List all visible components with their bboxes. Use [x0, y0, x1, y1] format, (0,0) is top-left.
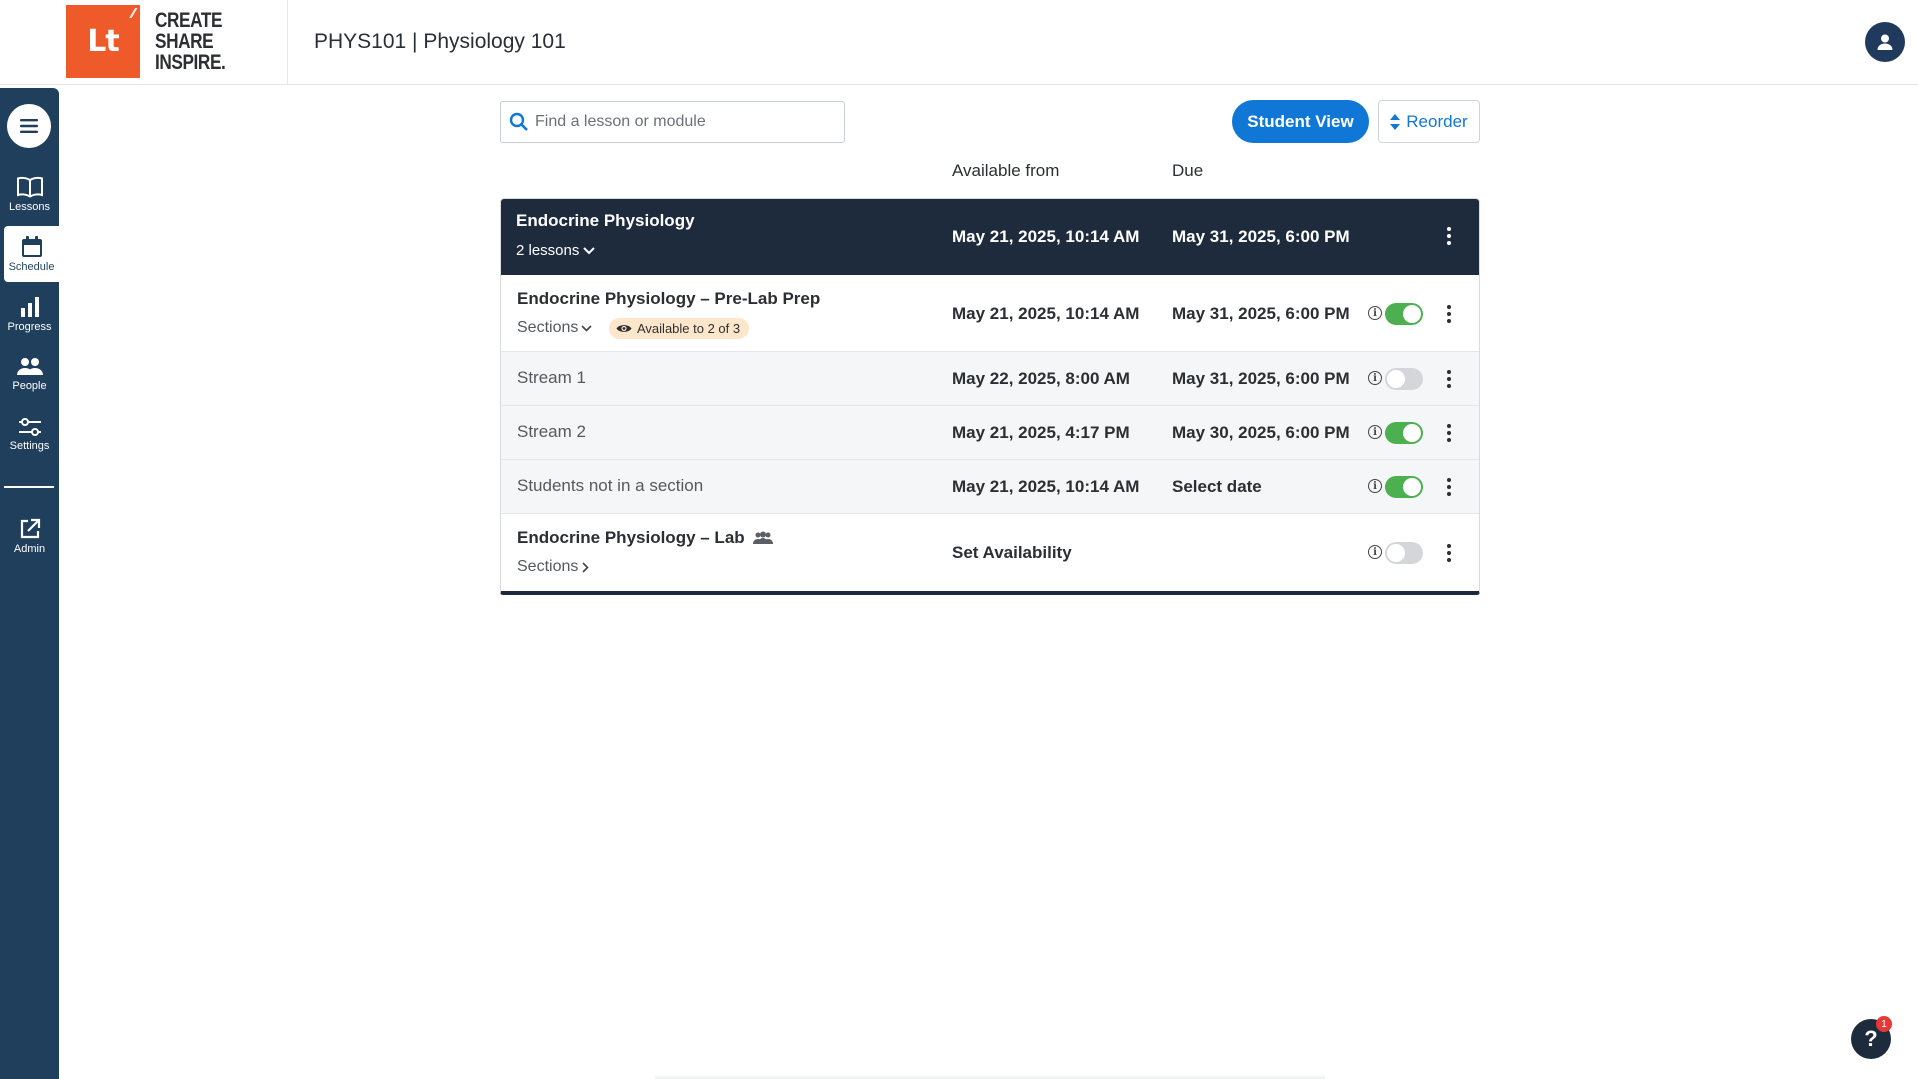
sidebar-item-settings[interactable]: Settings: [0, 406, 59, 462]
chevron-right-icon: [582, 561, 590, 573]
availability-badge: Available to 2 of 3: [609, 318, 750, 339]
lesson-more-options-icon[interactable]: [1447, 544, 1453, 562]
lesson-title: Endocrine Physiology – Lab: [517, 528, 745, 547]
section-due[interactable]: May 31, 2025, 6:00 PM: [1172, 369, 1350, 389]
chevron-down-icon: [581, 324, 592, 332]
sidebar-item-lessons[interactable]: Lessons: [0, 166, 59, 222]
section-row-stream-2: Stream 2 May 21, 2025, 4:17 PM May 30, 2…: [501, 406, 1479, 460]
section-more-options-icon[interactable]: [1447, 424, 1453, 442]
logo-mark[interactable]: Lt ⁄⁄: [66, 5, 140, 78]
sliders-icon: [18, 417, 41, 436]
lesson-row: Endocrine Physiology – Pre-Lab Prep Sect…: [501, 275, 1479, 352]
search-input[interactable]: [535, 113, 835, 131]
sidebar-item-people[interactable]: People: [0, 346, 59, 402]
top-bar: Lt ⁄⁄ CREATE SHARE INSPIRE. PHYS101 | Ph…: [0, 0, 1918, 85]
sidebar-item-label: Settings: [9, 439, 50, 452]
search-box: [500, 101, 845, 143]
sidebar-divider: [4, 486, 54, 488]
lesson-title-wrap: Endocrine Physiology – Lab: [517, 528, 773, 548]
sidebar-item-admin[interactable]: Admin: [0, 508, 59, 564]
bar-chart-icon: [20, 296, 39, 317]
lessons-count-toggle[interactable]: 2 lessons: [516, 242, 596, 259]
lesson-due[interactable]: May 31, 2025, 6:00 PM: [1172, 304, 1350, 324]
chevron-down-icon: [583, 246, 596, 254]
lesson-available-from[interactable]: May 21, 2025, 10:14 AM: [952, 304, 1139, 324]
people-icon: [16, 357, 43, 375]
info-icon[interactable]: i: [1368, 545, 1382, 559]
external-link-icon: [20, 518, 40, 538]
select-date-button[interactable]: Select date: [1172, 477, 1262, 497]
course-title: PHYS101 | Physiology 101: [314, 30, 566, 53]
reorder-button[interactable]: Reorder: [1378, 100, 1480, 143]
section-due[interactable]: May 30, 2025, 6:00 PM: [1172, 423, 1350, 443]
section-more-options-icon[interactable]: [1447, 478, 1453, 496]
section-name: Stream 2: [517, 422, 586, 441]
module-title: Endocrine Physiology: [516, 211, 695, 230]
info-icon[interactable]: i: [1368, 306, 1382, 320]
column-header-due: Due: [1172, 161, 1204, 180]
hamburger-icon: [20, 119, 38, 133]
spark-icon: ⁄⁄: [131, 7, 136, 22]
sidebar-item-progress[interactable]: Progress: [0, 286, 59, 342]
logo-area: Lt ⁄⁄ CREATE SHARE INSPIRE.: [0, 0, 288, 85]
info-icon[interactable]: i: [1368, 479, 1382, 493]
module-more-options-icon[interactable]: [1447, 227, 1453, 245]
lesson-more-options-icon[interactable]: [1447, 305, 1453, 323]
sections-toggle[interactable]: Sections: [517, 319, 592, 337]
sort-icon: [1390, 113, 1401, 130]
schedule-table: Endocrine Physiology 2 lessons May 21, 2…: [500, 198, 1480, 595]
info-icon[interactable]: i: [1368, 425, 1382, 439]
logo-tagline: CREATE SHARE INSPIRE.: [155, 9, 226, 74]
search-icon: [509, 112, 528, 131]
sidebar-item-label: Admin: [13, 542, 46, 555]
book-icon: [16, 176, 43, 198]
lesson-row: Endocrine Physiology – Lab Sections Set …: [501, 514, 1479, 591]
visibility-toggle[interactable]: [1385, 476, 1423, 498]
calendar-icon: [21, 235, 42, 257]
lesson-title: Endocrine Physiology – Pre-Lab Prep: [517, 289, 821, 308]
visibility-toggle[interactable]: [1385, 422, 1423, 444]
bottom-shadow: [655, 1074, 1325, 1079]
sidebar: Lessons Schedule Progress People Setting…: [0, 88, 59, 1079]
eye-icon: [616, 325, 632, 332]
user-avatar-button[interactable]: [1865, 22, 1905, 62]
sidebar-item-label: People: [12, 379, 47, 392]
section-name: Students not in a section: [517, 476, 704, 495]
sidebar-item-schedule[interactable]: Schedule: [4, 226, 59, 282]
module-available-from: May 21, 2025, 10:14 AM: [952, 227, 1140, 246]
section-available-from[interactable]: May 21, 2025, 4:17 PM: [952, 423, 1130, 443]
section-available-from[interactable]: May 21, 2025, 10:14 AM: [952, 477, 1139, 497]
student-view-button[interactable]: Student View: [1232, 100, 1369, 143]
info-icon[interactable]: i: [1368, 371, 1382, 385]
sidebar-item-label: Schedule: [8, 260, 55, 273]
column-header-available-from: Available from: [952, 161, 1060, 180]
logo-letters: Lt: [87, 24, 119, 59]
section-row-stream-1: Stream 1 May 22, 2025, 8:00 AM May 31, 2…: [501, 352, 1479, 406]
section-row-unassigned: Students not in a section May 21, 2025, …: [501, 460, 1479, 514]
visibility-toggle[interactable]: [1385, 368, 1423, 390]
set-availability-button[interactable]: Set Availability: [952, 543, 1072, 563]
module-due: May 31, 2025, 6:00 PM: [1172, 227, 1350, 246]
module-row: Endocrine Physiology 2 lessons May 21, 2…: [501, 199, 1479, 275]
visibility-toggle[interactable]: [1385, 542, 1423, 564]
section-more-options-icon[interactable]: [1447, 370, 1453, 388]
section-name: Stream 1: [517, 368, 586, 387]
help-notification-badge: 1: [1876, 1016, 1892, 1032]
sections-toggle[interactable]: Sections: [517, 558, 590, 576]
group-icon: [752, 531, 773, 544]
reorder-label: Reorder: [1406, 111, 1468, 131]
menu-button[interactable]: [7, 104, 51, 148]
sidebar-item-label: Progress: [7, 320, 52, 333]
user-icon: [1877, 34, 1893, 50]
sidebar-item-label: Lessons: [9, 200, 50, 213]
section-available-from[interactable]: May 22, 2025, 8:00 AM: [952, 369, 1130, 389]
visibility-toggle[interactable]: [1385, 303, 1423, 325]
